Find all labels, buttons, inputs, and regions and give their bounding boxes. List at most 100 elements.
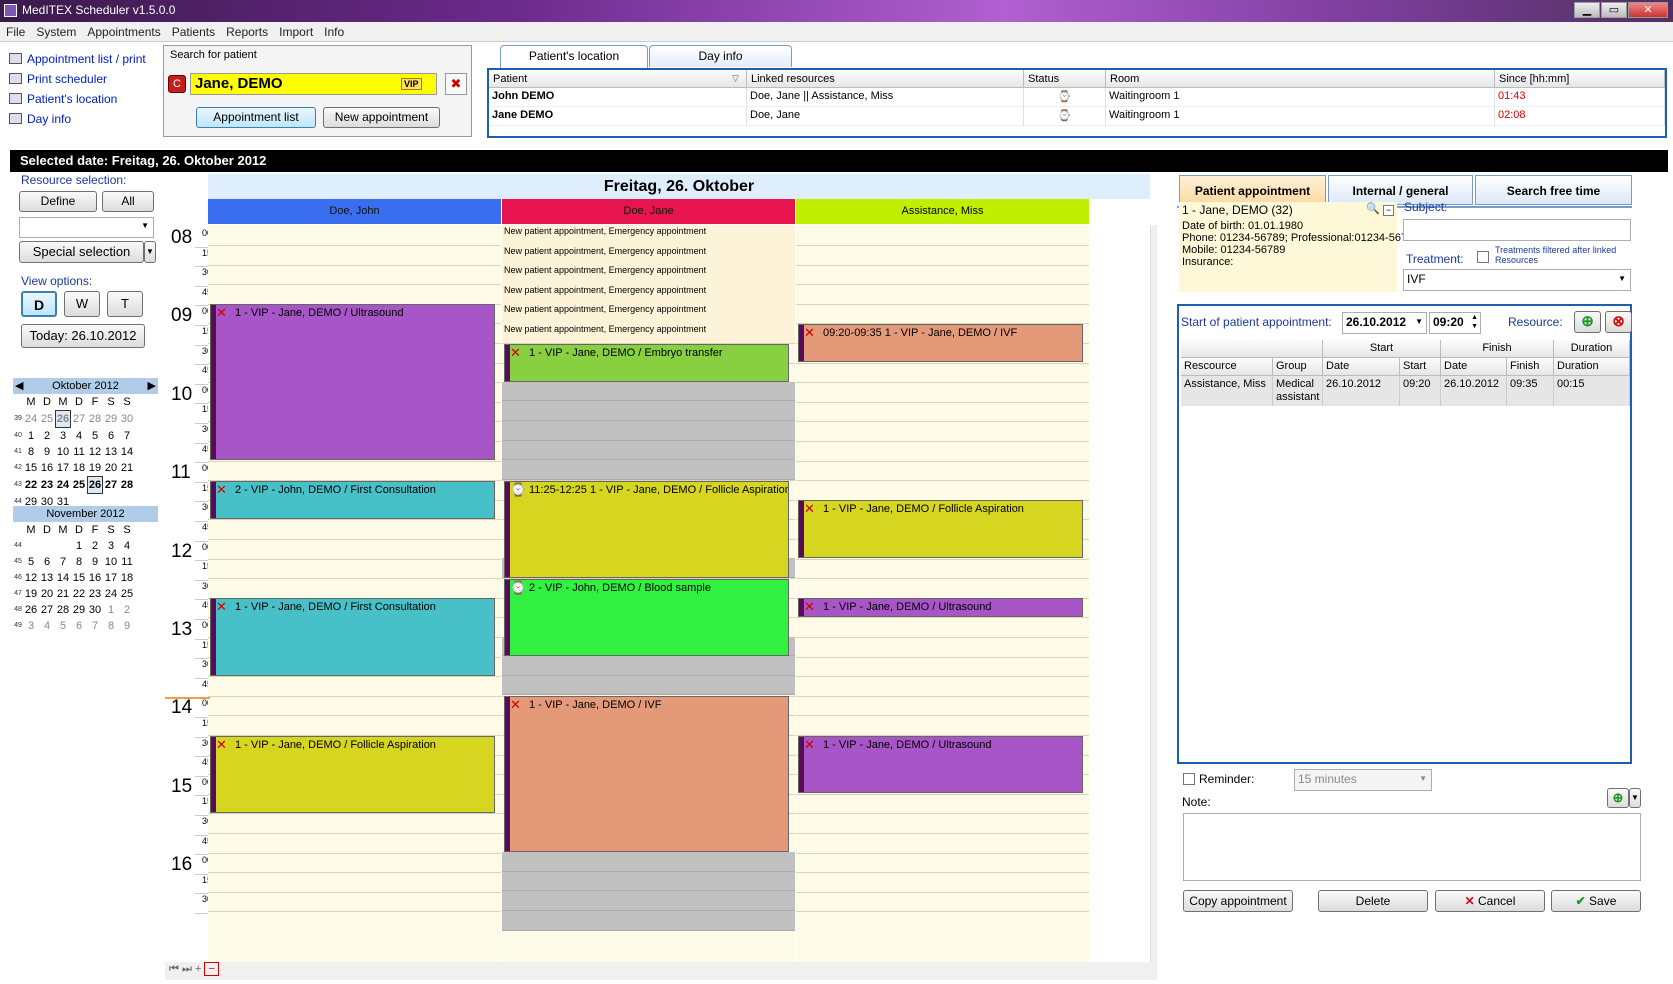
calendar-day[interactable]: 2	[119, 602, 135, 618]
time-slot[interactable]	[208, 558, 501, 580]
calendar-day[interactable]: 27	[39, 602, 55, 618]
calendar-day[interactable]: 13	[103, 444, 119, 460]
calendar-day[interactable]: 4	[39, 618, 55, 634]
menu-info[interactable]: Info	[318, 22, 349, 39]
time-slot[interactable]	[796, 578, 1089, 599]
time-slot[interactable]	[796, 852, 1089, 874]
time-slot[interactable]	[208, 245, 501, 266]
time-slot[interactable]	[208, 539, 501, 560]
add-note-button[interactable]: ⊕	[1607, 788, 1629, 808]
calendar-day[interactable]: 17	[103, 570, 119, 586]
emergency-slot[interactable]: New patient appointment, Emergency appoi…	[502, 225, 795, 246]
calendar-day[interactable]: 3	[23, 618, 39, 634]
time-slot[interactable]	[796, 421, 1089, 442]
calendar-day[interactable]: 10	[55, 444, 71, 460]
appointment[interactable]: ✕ 1 - VIP - Jane, DEMO / Embryo transfer	[504, 343, 789, 382]
calendar-day[interactable]: 8	[71, 554, 87, 570]
vertical-scrollbar[interactable]	[1150, 225, 1157, 972]
time-slot[interactable]	[796, 676, 1089, 697]
calendar-day[interactable]: 26	[23, 602, 39, 618]
reminder-select[interactable]: 15 minutes ▼	[1294, 769, 1432, 791]
calendar-day[interactable]: 25	[119, 586, 135, 602]
appointment[interactable]: ✕ 2 - VIP - John, DEMO / First Consultati…	[210, 480, 495, 519]
calendar-day[interactable]: 26	[55, 410, 71, 428]
time-slot[interactable]	[208, 676, 501, 697]
time-slot[interactable]	[208, 891, 501, 913]
new-appointment-button[interactable]: New appointment	[323, 107, 440, 128]
calendar-day[interactable]: 20	[39, 586, 55, 602]
tab-search-free-time[interactable]: Search free time	[1475, 175, 1632, 205]
calendar-day[interactable]: 22	[23, 476, 39, 494]
calendar-day[interactable]: 28	[119, 476, 135, 494]
time-slot[interactable]	[796, 715, 1089, 736]
filter-icon[interactable]: ▽	[732, 73, 739, 84]
calendar-day[interactable]: 13	[39, 570, 55, 586]
col-linked-resources[interactable]: Linked resources	[747, 70, 1024, 88]
time-slot[interactable]	[208, 695, 501, 717]
tab-patients-location[interactable]: Patient's location	[500, 45, 648, 68]
calendar-day[interactable]: 5	[23, 554, 39, 570]
col-room[interactable]: Room	[1106, 70, 1495, 88]
today-button[interactable]: Today: 26.10.2012	[21, 324, 145, 348]
col-duration[interactable]: Duration	[1554, 358, 1630, 376]
calendar-day[interactable]: 1	[103, 602, 119, 618]
time-slot[interactable]	[796, 303, 1089, 325]
note-textarea[interactable]	[1183, 813, 1641, 881]
calendar-day[interactable]: 21	[55, 586, 71, 602]
time-slot[interactable]	[208, 833, 501, 854]
minimize-button[interactable]: ▁	[1574, 2, 1600, 18]
calendar-day[interactable]: 7	[119, 428, 135, 444]
emergency-slot[interactable]: New patient appointment, Emergency appoi…	[502, 283, 795, 305]
table-row[interactable]: John DEMO Doe, Jane || Assistance, Miss …	[489, 88, 1665, 107]
appointment[interactable]: ✕ 1 - VIP - Jane, DEMO / Ultrasound	[798, 735, 1083, 794]
close-button[interactable]: ✕	[1628, 2, 1668, 18]
tab-internal-general[interactable]: Internal / general	[1328, 175, 1473, 205]
spinner-icon[interactable]: ▲ ▼	[1471, 313, 1478, 331]
calendar-day[interactable]: 25	[39, 410, 55, 428]
view-day-button[interactable]: D	[21, 291, 57, 317]
time-slot[interactable]	[796, 284, 1089, 305]
appointment[interactable]: ✕ 1 - VIP - Jane, DEMO / First Consultati…	[210, 598, 495, 676]
calendar-day[interactable]: 5	[55, 618, 71, 634]
time-slot[interactable]	[796, 245, 1089, 266]
calendar-day[interactable]: 23	[87, 586, 103, 602]
view-t-button[interactable]: T	[107, 291, 143, 317]
define-button[interactable]: Define	[19, 191, 97, 212]
calendar-day[interactable]: 1	[71, 538, 87, 554]
start-date-picker[interactable]: 26.10.2012 ▼	[1342, 312, 1427, 334]
search-icon[interactable]: 🔍	[1366, 203, 1380, 215]
calendar-day[interactable]: 18	[71, 460, 87, 476]
tab-patient-appointment[interactable]: Patient appointment	[1179, 175, 1326, 205]
remove-resource-button[interactable]: ⊗	[1605, 311, 1632, 333]
calendar-day[interactable]: 9	[39, 444, 55, 460]
prev-month-icon[interactable]: ◀	[15, 378, 23, 394]
view-week-button[interactable]: W	[64, 291, 100, 317]
calendar-day[interactable]: 23	[39, 476, 55, 494]
emergency-slot[interactable]: New patient appointment, Emergency appoi…	[502, 303, 795, 325]
calendar-day[interactable]: 24	[55, 476, 71, 494]
calendar-day[interactable]: 2	[87, 538, 103, 554]
col-resource[interactable]: Rescource	[1181, 358, 1273, 376]
menu-patients[interactable]: Patients	[166, 22, 220, 39]
add-icon[interactable]: +	[195, 963, 201, 975]
appointment[interactable]: ✕ 1 - VIP - Jane, DEMO / Ultrasound	[798, 598, 1083, 617]
remove-icon[interactable]: −	[204, 962, 219, 976]
calendar-day[interactable]: 11	[71, 444, 87, 460]
note-menu-arrow[interactable]: ▼	[1629, 788, 1641, 808]
calendar-day[interactable]: 4	[71, 428, 87, 444]
special-selection-arrow[interactable]: ▼	[144, 241, 156, 263]
resource-dropdown[interactable]: ▼	[19, 217, 154, 238]
calendar-day[interactable]: 19	[87, 460, 103, 476]
calendar-day[interactable]: 6	[39, 554, 55, 570]
resource-column[interactable]: ✕ 09:20-09:35 1 - VIP - Jane, DEMO / IVF ✕…	[796, 225, 1089, 972]
calendar-day[interactable]: 28	[87, 410, 103, 428]
col-start-date[interactable]: Date	[1323, 358, 1400, 376]
emergency-slot[interactable]: New patient appointment, Emergency appoi…	[502, 323, 795, 344]
treatment-select[interactable]: IVF ▼	[1403, 269, 1631, 291]
copy-appointment-button[interactable]: Copy appointment	[1183, 890, 1293, 912]
appointment[interactable]: ✕ 09:20-09:35 1 - VIP - Jane, DEMO / IVF	[798, 324, 1083, 363]
calendar-day[interactable]: 6	[71, 618, 87, 634]
calendar-day[interactable]: 7	[87, 618, 103, 634]
time-slot[interactable]	[208, 872, 501, 893]
time-slot[interactable]	[796, 480, 1089, 501]
